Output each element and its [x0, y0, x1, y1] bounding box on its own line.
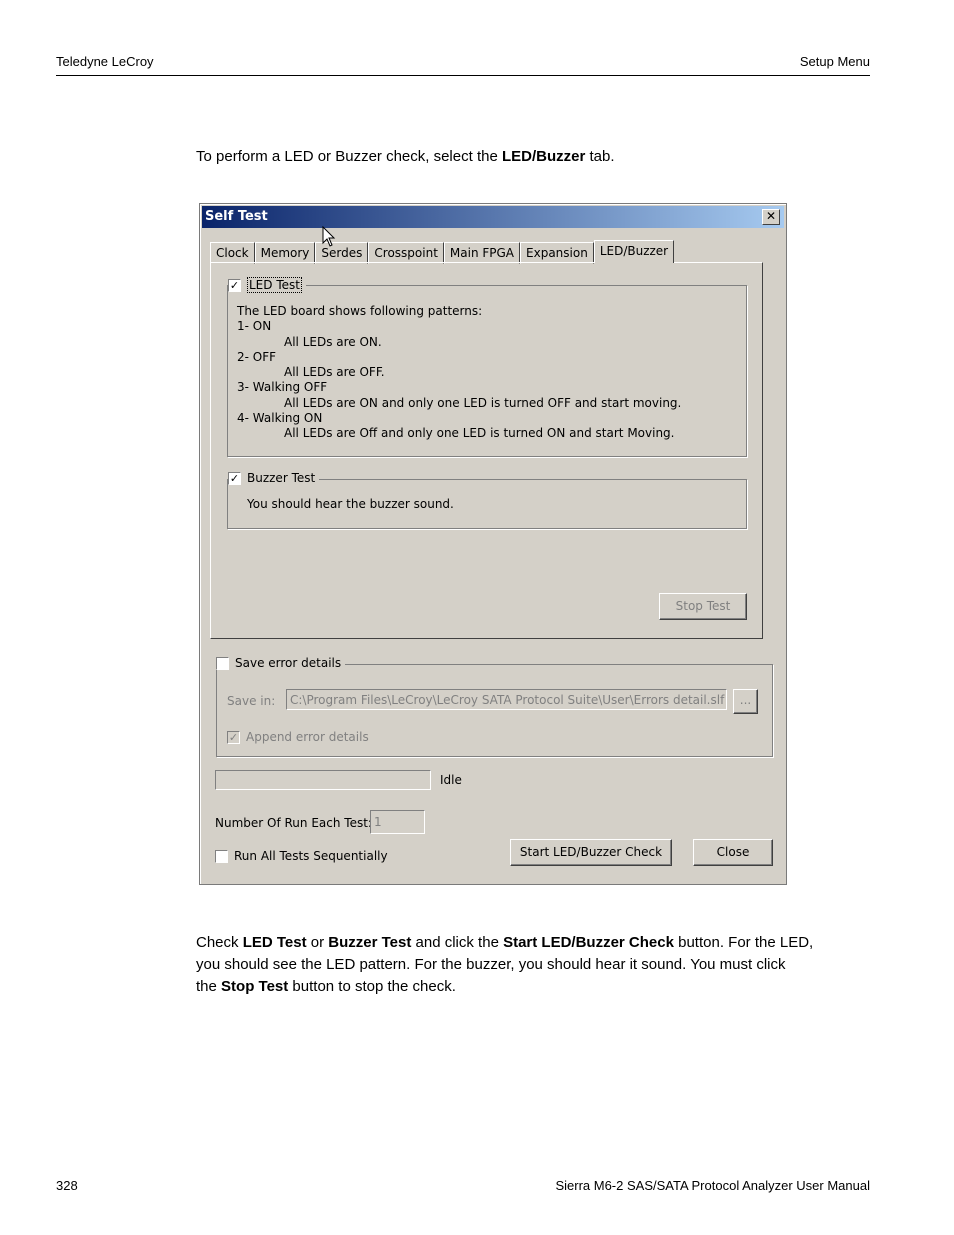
- led-buzzer-panel: ✓ LED Test The LED board shows following…: [210, 262, 763, 639]
- led-line: 4- Walking ON: [237, 411, 323, 426]
- append-row: ✓ Append error details: [227, 730, 369, 744]
- tab-memory[interactable]: Memory: [254, 242, 316, 264]
- save-in-label: Save in:: [227, 694, 276, 708]
- instruction-line-3: the Stop Test button to stop the check.: [196, 976, 456, 998]
- tab-crosspoint[interactable]: Crosspoint: [368, 242, 444, 264]
- tab-clock[interactable]: Clock: [210, 242, 255, 264]
- tab-led-buzzer[interactable]: LED/Buzzer: [593, 240, 675, 263]
- start-led-buzzer-button[interactable]: Start LED/Buzzer Check: [510, 839, 672, 866]
- led-line: All LEDs are ON and only one LED is turn…: [284, 395, 682, 410]
- close-icon[interactable]: ✕: [762, 209, 780, 225]
- buzzer-test-checkbox[interactable]: ✓: [228, 471, 241, 485]
- tab-main-fpga[interactable]: Main FPGA: [443, 242, 521, 264]
- save-path-field[interactable]: C:\Program Files\LeCroy\LeCroy SATA Prot…: [286, 689, 727, 710]
- body-text: button to stop the check.: [288, 978, 456, 995]
- tab-strip: Clock Memory Serdes Crosspoint Main FPGA…: [210, 240, 675, 264]
- mouse-pointer-icon: [322, 226, 336, 247]
- intro-text-end: tab.: [585, 148, 615, 165]
- body-text: or: [306, 934, 329, 951]
- save-error-label[interactable]: Save error details: [235, 656, 341, 670]
- body-text: button. For the LED,: [673, 934, 814, 951]
- led-line: All LEDs are OFF.: [284, 365, 385, 380]
- intro-bold: LED/Buzzer: [501, 148, 586, 165]
- append-label[interactable]: Append error details: [246, 730, 369, 744]
- run-count-label: Number Of Run Each Test:: [215, 816, 372, 830]
- header-rule: [56, 75, 870, 76]
- buzzer-test-group: ✓ Buzzer Test You should hear the buzzer…: [227, 471, 747, 529]
- stop-test-button[interactable]: Stop Test: [659, 593, 747, 620]
- body-bold: Start LED/Buzzer Check: [503, 934, 674, 951]
- instruction-line-1: Check LED Test or Buzzer Test and click …: [196, 932, 813, 954]
- instruction-line-2: you should see the LED pattern. For the …: [196, 956, 786, 973]
- led-test-legend: ✓ LED Test: [228, 277, 306, 293]
- append-checkbox[interactable]: ✓: [227, 730, 240, 744]
- body-bold: Stop Test: [221, 978, 289, 995]
- body-bold: Buzzer Test: [328, 934, 412, 951]
- run-all-label[interactable]: Run All Tests Sequentially: [234, 849, 388, 863]
- self-test-dialog: Self Test ✕ Clock Memory Serdes Crosspoi…: [199, 203, 787, 885]
- close-button[interactable]: Close: [693, 839, 773, 866]
- led-line: The LED board shows following patterns:: [237, 304, 483, 318]
- progress-bar: [215, 770, 431, 790]
- led-line: 1- ON: [237, 319, 272, 334]
- run-all-checkbox[interactable]: [215, 849, 228, 863]
- led-line: 3- Walking OFF: [237, 380, 328, 395]
- save-error-legend: Save error details: [216, 656, 346, 670]
- save-error-group: Save error details Save in: C:\Program F…: [216, 656, 773, 757]
- led-line: All LEDs are Off and only one LED is tur…: [284, 426, 675, 441]
- led-test-checkbox[interactable]: ✓: [228, 278, 241, 292]
- tab-expansion[interactable]: Expansion: [520, 242, 594, 264]
- page-header-left: Teledyne LeCroy: [56, 54, 154, 69]
- buzzer-test-legend: ✓ Buzzer Test: [228, 471, 320, 485]
- buzzer-description: You should hear the buzzer sound.: [247, 497, 454, 511]
- run-count-field[interactable]: 1: [370, 810, 425, 834]
- save-error-checkbox[interactable]: [216, 656, 229, 670]
- browse-button[interactable]: ...: [733, 689, 758, 714]
- page-number: 328: [56, 1178, 78, 1193]
- body-bold: LED Test: [242, 934, 307, 951]
- led-description: The LED board shows following patterns: …: [237, 304, 681, 442]
- buzzer-test-label[interactable]: Buzzer Test: [247, 471, 315, 485]
- led-test-group: ✓ LED Test The LED board shows following…: [227, 277, 747, 457]
- dialog-title: Self Test: [205, 209, 268, 224]
- led-line: 2- OFF: [237, 349, 277, 364]
- footer-title: Sierra M6-2 SAS/SATA Protocol Analyzer U…: [555, 1178, 870, 1193]
- status-text: Idle: [440, 773, 462, 787]
- led-test-label[interactable]: LED Test: [247, 277, 302, 293]
- page-header-right: Setup Menu: [799, 54, 870, 69]
- body-text: Check: [196, 934, 243, 951]
- intro-paragraph: To perform a LED or Buzzer check, select…: [196, 146, 615, 168]
- intro-text: To perform a LED or Buzzer check, select…: [196, 148, 502, 165]
- title-bar: Self Test ✕: [202, 206, 784, 228]
- led-line: All LEDs are ON.: [284, 334, 382, 349]
- body-text: and click the: [411, 934, 504, 951]
- run-all-row: Run All Tests Sequentially: [215, 849, 388, 863]
- body-text: the: [196, 978, 222, 995]
